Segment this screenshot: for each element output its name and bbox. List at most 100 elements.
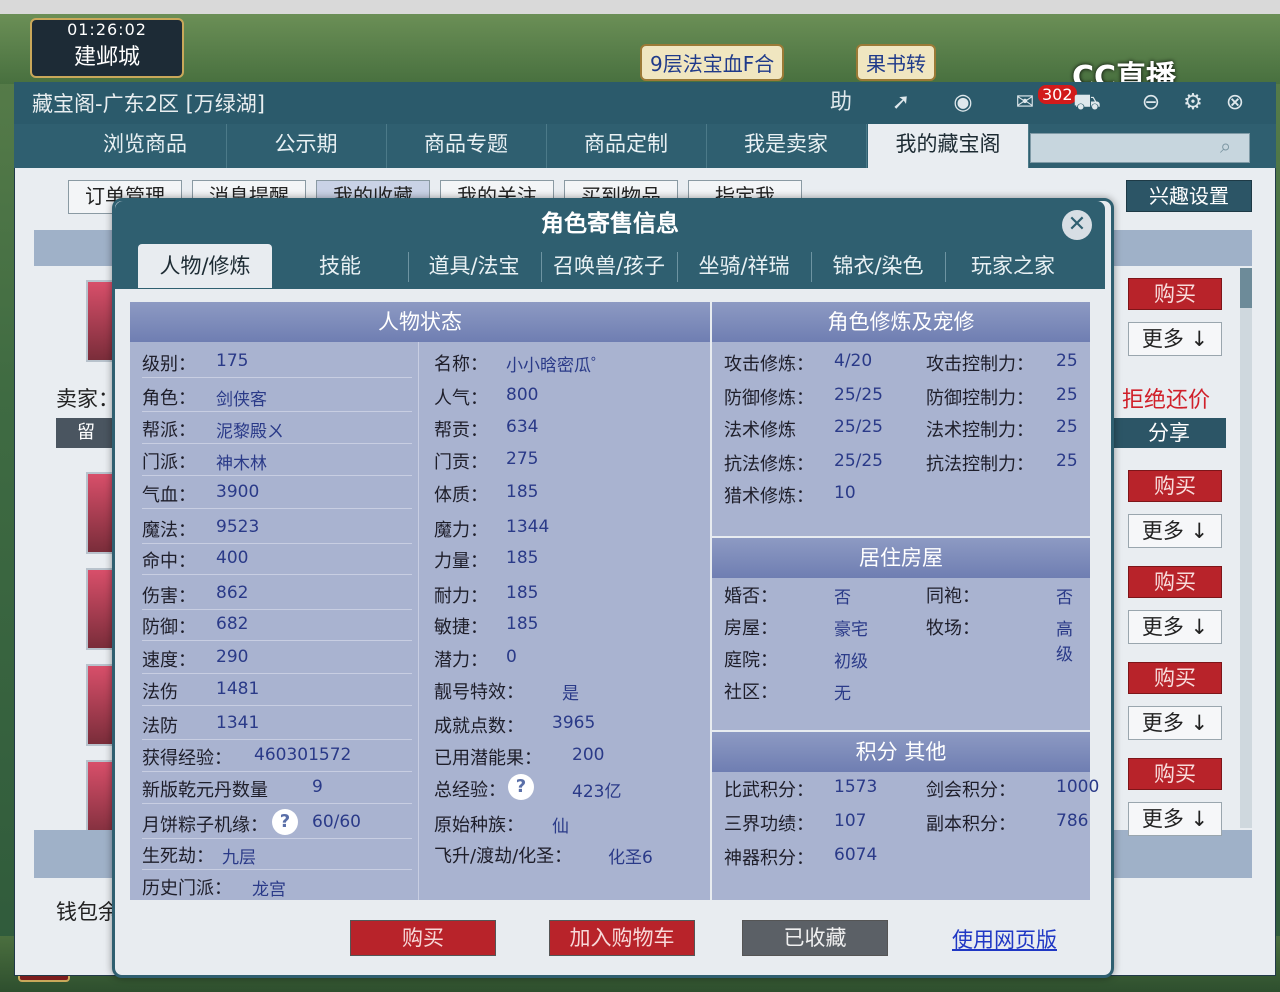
buy-button[interactable]: 购买: [350, 920, 496, 956]
status-row: 伤害： 862: [142, 578, 412, 608]
chat-icon[interactable]: ✉: [1008, 88, 1042, 118]
status-label: 敏捷：: [434, 617, 488, 638]
pair-label: 防御修炼：: [724, 388, 814, 409]
status-label: 体质：: [434, 485, 488, 506]
tab-character[interactable]: 人物/修炼: [138, 244, 272, 288]
share-button[interactable]: 分享: [1112, 418, 1226, 448]
status-value: 3900: [216, 482, 260, 502]
help-question-icon[interactable]: ?: [272, 809, 298, 835]
status-label: 魔力：: [434, 520, 488, 541]
status-label: 名称：: [434, 354, 488, 375]
status-value: 1344: [506, 517, 550, 537]
share-arrow-icon[interactable]: ➚: [884, 88, 918, 118]
status-row: 帮派： 泥黎殿ㄨ: [142, 412, 412, 442]
status-row: 靓号特效： 是: [434, 674, 704, 704]
status-row: 飞升/渡劫/化圣： 化圣6: [434, 838, 704, 868]
status-row: 月饼粽子机缘：? 60/60: [142, 807, 412, 837]
pair-value: 1573: [834, 777, 878, 797]
buy-button[interactable]: 购买: [1128, 470, 1222, 502]
help-question-icon[interactable]: ?: [508, 774, 534, 800]
row-divider: [142, 803, 412, 804]
pair-value: 豪宅: [834, 620, 868, 640]
status-label: 耐力：: [434, 586, 488, 607]
help-icon[interactable]: 助: [824, 88, 858, 118]
pair-value: 25/25: [834, 451, 883, 471]
nav-topics[interactable]: 商品专题: [386, 124, 547, 168]
status-label: 飞升/渡劫/化圣：: [434, 846, 573, 867]
more-button[interactable]: 更多 ↓: [1128, 802, 1222, 836]
status-label: 级别：: [142, 354, 196, 375]
seller-label: 卖家：: [56, 387, 119, 411]
nav-my-pavilion[interactable]: 我的藏宝阁: [868, 124, 1029, 168]
web-version-link[interactable]: 使用网页版: [952, 924, 1057, 954]
nav-browse[interactable]: 浏览商品: [64, 124, 227, 168]
status-row: 防御： 682: [142, 609, 412, 639]
more-button[interactable]: 更多 ↓: [1128, 706, 1222, 740]
status-label: 人气：: [434, 388, 488, 409]
status-label: 生死劫：: [142, 846, 214, 867]
settings-icon[interactable]: ⚙: [1176, 88, 1210, 118]
status-label: 气血：: [142, 485, 196, 506]
list-scrollbar[interactable]: [1240, 268, 1252, 828]
nav-custom[interactable]: 商品定制: [546, 124, 707, 168]
tab-player-home[interactable]: 玩家之家: [945, 244, 1081, 288]
nav-seller[interactable]: 我是卖家: [706, 124, 867, 168]
nav-public[interactable]: 公示期: [226, 124, 387, 168]
interest-settings-button[interactable]: 兴趣设置: [1126, 180, 1252, 212]
close-window-icon[interactable]: ⊗: [1218, 88, 1252, 118]
tab-skills[interactable]: 技能: [272, 244, 408, 288]
status-label: 原始种族：: [434, 815, 524, 836]
more-button[interactable]: 更多 ↓: [1128, 610, 1222, 644]
status-label: 速度：: [142, 650, 196, 671]
status-row: 耐力： 185: [434, 578, 704, 608]
status-label: 历史门派：: [142, 878, 232, 899]
pair-label: 剑会积分：: [926, 780, 1016, 801]
more-button[interactable]: 更多 ↓: [1128, 322, 1222, 356]
status-value: 175: [216, 351, 249, 371]
status-label: 靓号特效：: [434, 682, 524, 703]
status-value: 275: [506, 449, 539, 469]
status-row: 法防 1341: [142, 708, 412, 738]
row-divider: [142, 377, 412, 378]
pair-value: 高级: [1056, 620, 1073, 665]
status-value: 185: [506, 614, 539, 634]
search-icon[interactable]: ⌕: [1220, 134, 1231, 158]
status-value: 60/60: [312, 812, 361, 832]
status-row: 已用潜能果： 200: [434, 740, 704, 770]
status-value: 634: [506, 417, 539, 437]
status-value: 423亿: [572, 782, 622, 802]
status-row: 级别： 175: [142, 346, 412, 376]
status-value: 290: [216, 647, 249, 667]
pair-value: 25: [1056, 417, 1078, 437]
tab-outfits[interactable]: 锦衣/染色: [811, 244, 945, 288]
pair-label: 同袍：: [926, 586, 980, 607]
add-to-cart-button[interactable]: 加入购物车: [549, 920, 695, 956]
pair-value: 初级: [834, 652, 868, 672]
buy-button[interactable]: 购买: [1128, 278, 1222, 310]
status-label: 已用潜能果：: [434, 748, 542, 769]
status-value: 剑侠客: [216, 390, 267, 410]
close-icon[interactable]: ✕: [1062, 210, 1092, 240]
pair-label: 攻击修炼：: [724, 354, 814, 375]
tab-pets[interactable]: 召唤兽/孩子: [541, 244, 677, 288]
favorited-button[interactable]: 已收藏: [742, 920, 888, 956]
scrollbar-thumb[interactable]: [1240, 268, 1252, 308]
pair-value: 25: [1056, 351, 1078, 371]
tab-items[interactable]: 道具/法宝: [408, 244, 540, 288]
seller-message-button[interactable]: 留: [56, 418, 116, 448]
more-button[interactable]: 更多 ↓: [1128, 514, 1222, 548]
pair-label: 副本积分：: [926, 814, 1016, 835]
status-label: 角色：: [142, 388, 196, 409]
buy-button[interactable]: 购买: [1128, 758, 1222, 790]
panel-title: 积分 其他: [712, 732, 1090, 772]
pair-label: 房屋：: [724, 618, 778, 639]
tab-mounts[interactable]: 坐骑/祥瑞: [677, 244, 811, 288]
buy-button[interactable]: 购买: [1128, 566, 1222, 598]
search-input[interactable]: [1030, 133, 1250, 163]
record-icon[interactable]: ◉: [946, 88, 980, 118]
cart-icon[interactable]: ⛟: [1070, 88, 1104, 118]
status-value: 200: [572, 745, 605, 765]
minimize-icon[interactable]: ⊖: [1134, 88, 1168, 118]
window-title: 藏宝阁-广东2区 [万绿湖]: [32, 92, 265, 116]
buy-button[interactable]: 购买: [1128, 662, 1222, 694]
